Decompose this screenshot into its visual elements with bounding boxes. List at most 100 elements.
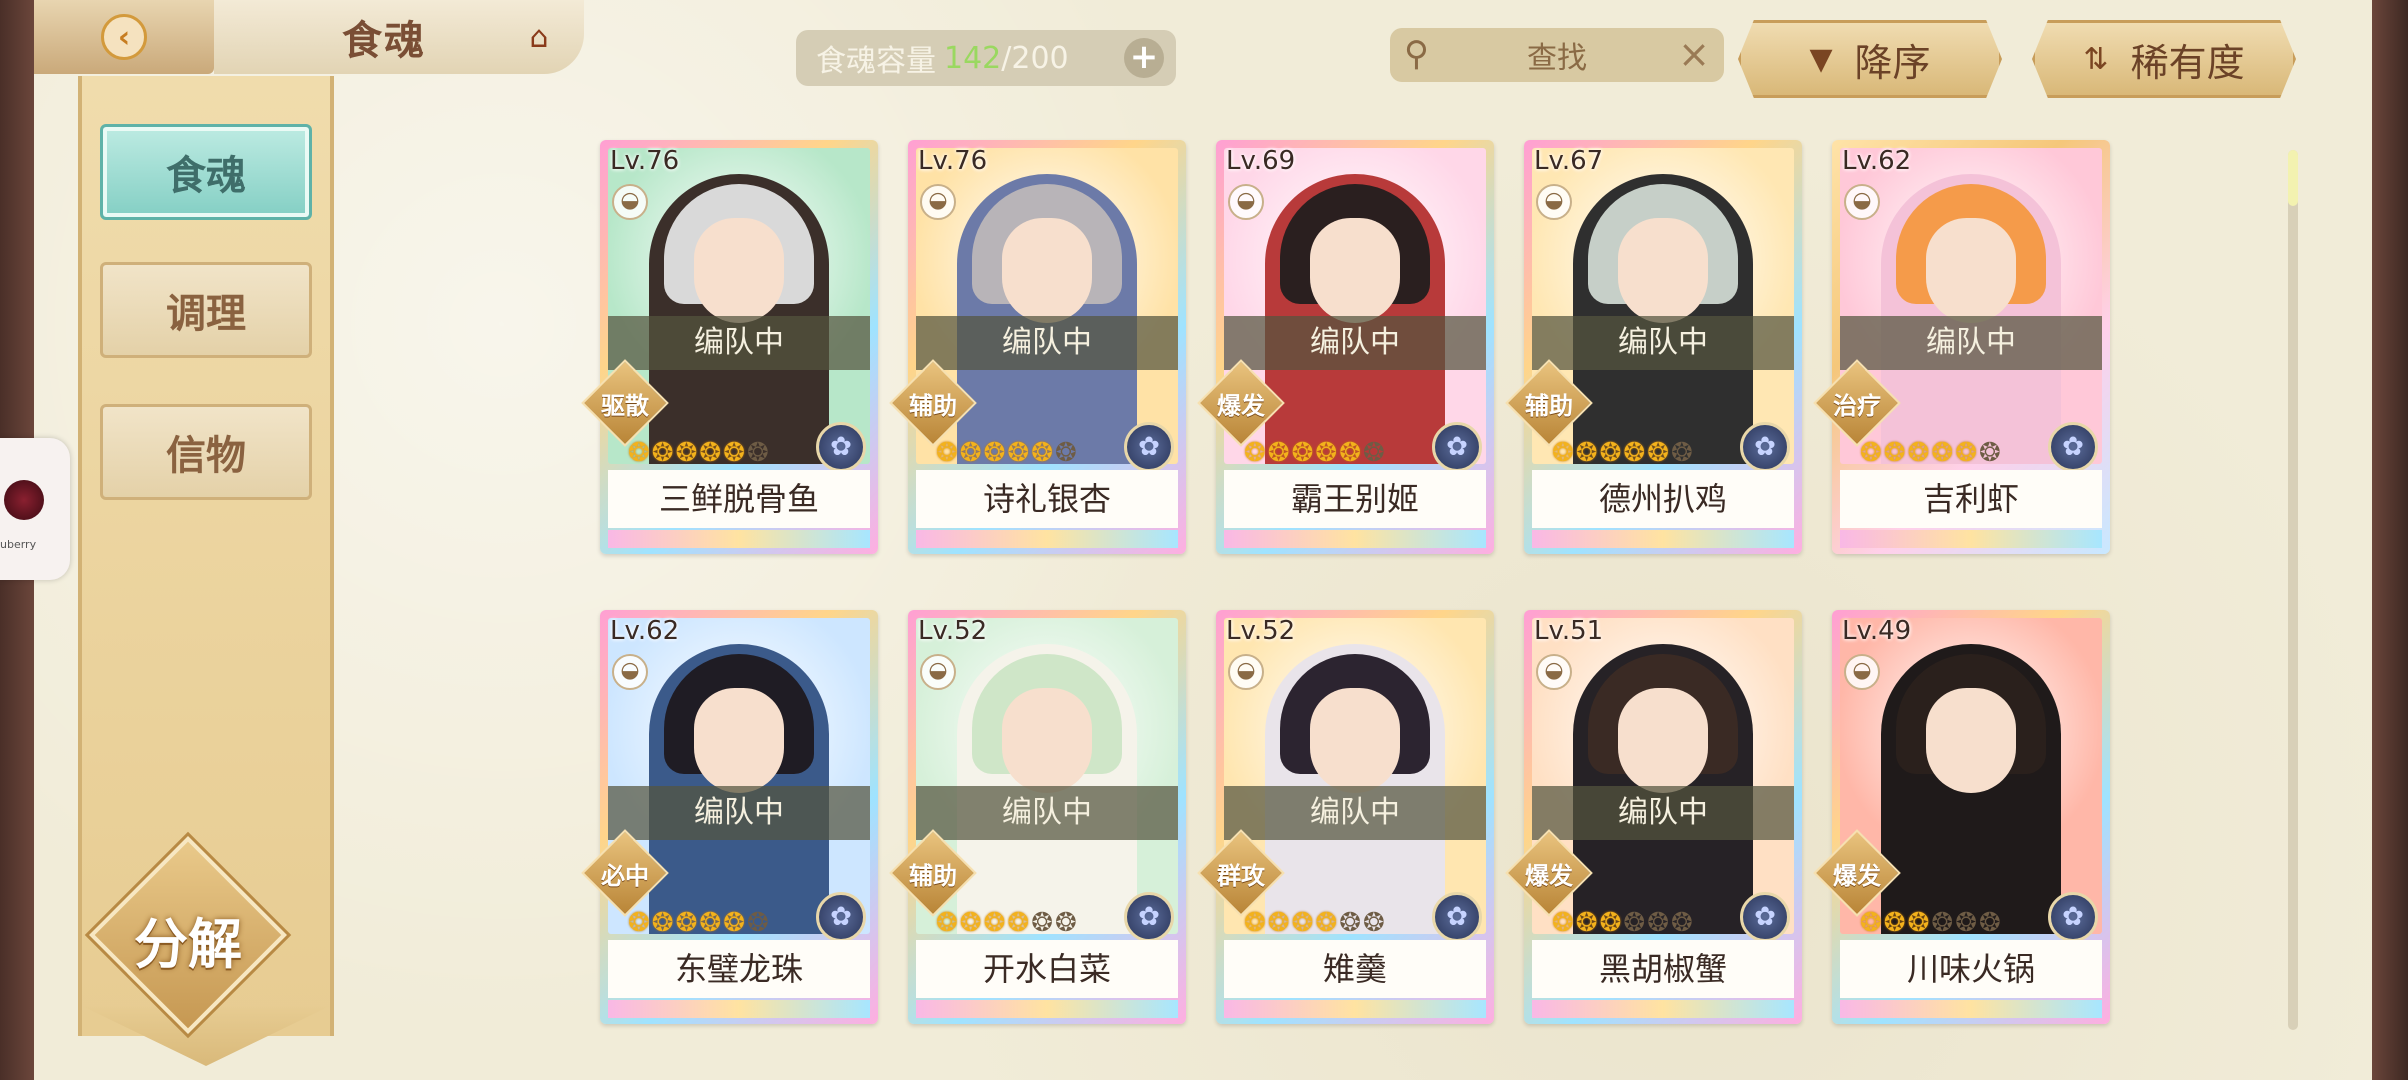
- star-filled-icon: ❂: [1267, 908, 1290, 938]
- pavilion-icon[interactable]: ⌂: [518, 18, 560, 58]
- sort-order-button[interactable]: ▼ 降序: [1738, 20, 2002, 98]
- character-name: 雉羹: [1224, 940, 1486, 998]
- food-soul-grid: Lv.76 ◒ 编队中 驱散 ❂ ❂ ❂ ❂ ❂ ❂ ✿ 三鲜脱骨鱼 Lv.76 ◒ 编队…: [564, 140, 2144, 1030]
- star-filled-icon: ❂: [1552, 438, 1574, 468]
- food-soul-card[interactable]: Lv.76 ◒ 编队中 辅助 ❂ ❂ ❂ ❂ ❂ ❂ ✿ 诗礼银杏: [889, 140, 1186, 554]
- rarity-strip: [916, 530, 1178, 548]
- star-filled-icon: ❂: [1599, 908, 1622, 938]
- rarity-strip: [1224, 1000, 1486, 1018]
- star-filled-icon: ❂: [1244, 908, 1266, 938]
- star-filled-icon: ❂: [1267, 438, 1290, 468]
- level-label: Lv.52: [918, 616, 988, 646]
- star-filled-icon: ❂: [1647, 438, 1669, 468]
- capacity-current: 142: [944, 40, 1002, 76]
- food-soul-card[interactable]: Lv.69 ◒ 编队中 爆发 ❂ ❂ ❂ ❂ ❂ ❂ ✿ 霸王别姬: [1197, 140, 1494, 554]
- element-emblem-icon: ✿: [1124, 422, 1174, 472]
- star-filled-icon: ❂: [1883, 908, 1906, 938]
- rarity-strip: [1840, 1000, 2102, 1018]
- element-emblem-icon: ✿: [1432, 422, 1482, 472]
- sort-down-icon: ▼: [1809, 41, 1833, 77]
- star-filled-icon: ❂: [651, 438, 674, 468]
- star-filled-icon: ❂: [983, 908, 1006, 938]
- in-team-badge: 编队中: [608, 316, 870, 370]
- character-name: 东璧龙珠: [608, 940, 870, 998]
- star-filled-icon: ❂: [1599, 438, 1622, 468]
- star-filled-icon: ❂: [1860, 438, 1882, 468]
- dish-icon: ◒: [920, 654, 956, 690]
- search-box[interactable]: ⚲ 查找 ×: [1390, 28, 1724, 82]
- rarity-strip: [1224, 530, 1486, 548]
- star-filled-icon: ❂: [1339, 438, 1361, 468]
- search-placeholder: 查找: [1527, 41, 1587, 76]
- rarity-strip: [608, 1000, 870, 1018]
- side-tab-conditioning[interactable]: 调理: [100, 262, 312, 358]
- in-team-badge: 编队中: [1840, 316, 2102, 370]
- scrollbar-track[interactable]: [2288, 150, 2298, 1030]
- element-emblem-icon: ✿: [1740, 422, 1790, 472]
- decompose-label[interactable]: 分解: [98, 900, 278, 976]
- star-empty-icon: ❂: [1931, 908, 1954, 938]
- star-empty-icon: ❂: [1978, 908, 2001, 938]
- dish-icon: ◒: [1536, 654, 1572, 690]
- in-team-badge: 编队中: [916, 786, 1178, 840]
- star-filled-icon: ❂: [699, 438, 722, 468]
- food-soul-card[interactable]: Lv.49 ◒ 爆发 ❂ ❂ ❂ ❂ ❂ ❂ ✿ 川味火锅: [1813, 610, 2110, 1024]
- food-soul-card[interactable]: Lv.62 ◒ 编队中 必中 ❂ ❂ ❂ ❂ ❂ ❂ ✿ 东璧龙珠: [581, 610, 878, 1024]
- character-face: [1002, 218, 1092, 323]
- sort-label: 降序: [1854, 40, 1931, 85]
- screen-frame-right: [2372, 0, 2408, 1080]
- character-name: 三鲜脱骨鱼: [608, 470, 870, 528]
- assistant-avatar-icon: [4, 480, 44, 520]
- star-rating: ❂ ❂ ❂ ❂ ❂ ❂: [1552, 436, 1693, 470]
- star-empty-icon: ❂: [1978, 438, 2001, 468]
- star-filled-icon: ❂: [723, 908, 745, 938]
- star-empty-icon: ❂: [1670, 438, 1693, 468]
- side-tab-food-souls[interactable]: 食魂: [100, 124, 312, 220]
- food-soul-card[interactable]: Lv.52 ◒ 编队中 群攻 ❂ ❂ ❂ ❂ ❂ ❂ ✿ 雉羹: [1197, 610, 1494, 1024]
- food-soul-card[interactable]: Lv.62 ◒ 编队中 治疗 ❂ ❂ ❂ ❂ ❂ ❂ ✿ 吉利虾: [1813, 140, 2110, 554]
- side-tab-label: 信物: [166, 433, 246, 479]
- food-soul-card[interactable]: Lv.67 ◒ 编队中 辅助 ❂ ❂ ❂ ❂ ❂ ❂ ✿ 德州扒鸡: [1505, 140, 1802, 554]
- role-label: 群攻: [1217, 862, 1265, 890]
- in-team-badge: 编队中: [1224, 316, 1486, 370]
- role-label: 爆发: [1833, 862, 1881, 890]
- star-filled-icon: ❂: [1955, 438, 1977, 468]
- star-filled-icon: ❂: [675, 908, 698, 938]
- side-tab-tokens[interactable]: 信物: [100, 404, 312, 500]
- star-rating: ❂ ❂ ❂ ❂ ❂ ❂: [1244, 906, 1385, 940]
- character-face: [1618, 218, 1708, 323]
- element-emblem-icon: ✿: [816, 422, 866, 472]
- dish-icon: ◒: [1228, 184, 1264, 220]
- level-label: Lv.49: [1842, 616, 1912, 646]
- food-soul-card[interactable]: Lv.52 ◒ 编队中 辅助 ❂ ❂ ❂ ❂ ❂ ❂ ✿ 开水白菜: [889, 610, 1186, 1024]
- star-filled-icon: ❂: [959, 438, 982, 468]
- character-face: [694, 218, 784, 323]
- star-rating: ❂ ❂ ❂ ❂ ❂ ❂: [628, 436, 769, 470]
- rarity-label: 稀有度: [2130, 40, 2245, 85]
- element-emblem-icon: ✿: [1124, 892, 1174, 942]
- star-filled-icon: ❂: [1883, 438, 1906, 468]
- level-label: Lv.62: [1842, 146, 1912, 176]
- star-rating: ❂ ❂ ❂ ❂ ❂ ❂: [1860, 906, 2001, 940]
- floating-assistant-widget[interactable]: uberry: [0, 438, 70, 580]
- clear-search-icon[interactable]: ×: [1678, 32, 1710, 76]
- role-label: 治疗: [1833, 392, 1881, 420]
- sort-by-rarity-button[interactable]: ⇅ 稀有度: [2032, 20, 2296, 98]
- role-label: 辅助: [909, 862, 957, 890]
- star-filled-icon: ❂: [1315, 438, 1338, 468]
- scrollbar-thumb[interactable]: [2288, 150, 2298, 206]
- dish-icon: ◒: [1536, 184, 1572, 220]
- star-filled-icon: ❂: [1291, 908, 1314, 938]
- rarity-strip: [608, 530, 870, 548]
- back-button[interactable]: ‹: [34, 0, 214, 74]
- star-rating: ❂ ❂ ❂ ❂ ❂ ❂: [936, 436, 1077, 470]
- star-filled-icon: ❂: [675, 438, 698, 468]
- character-face: [1002, 688, 1092, 793]
- dish-icon: ◒: [1228, 654, 1264, 690]
- add-capacity-button[interactable]: +: [1124, 38, 1164, 78]
- star-filled-icon: ❂: [1007, 438, 1030, 468]
- food-soul-card[interactable]: Lv.76 ◒ 编队中 驱散 ❂ ❂ ❂ ❂ ❂ ❂ ✿ 三鲜脱骨鱼: [581, 140, 878, 554]
- star-filled-icon: ❂: [936, 438, 958, 468]
- star-empty-icon: ❂: [746, 438, 769, 468]
- food-soul-card[interactable]: Lv.51 ◒ 编队中 爆发 ❂ ❂ ❂ ❂ ❂ ❂ ✿ 黑胡椒蟹: [1505, 610, 1802, 1024]
